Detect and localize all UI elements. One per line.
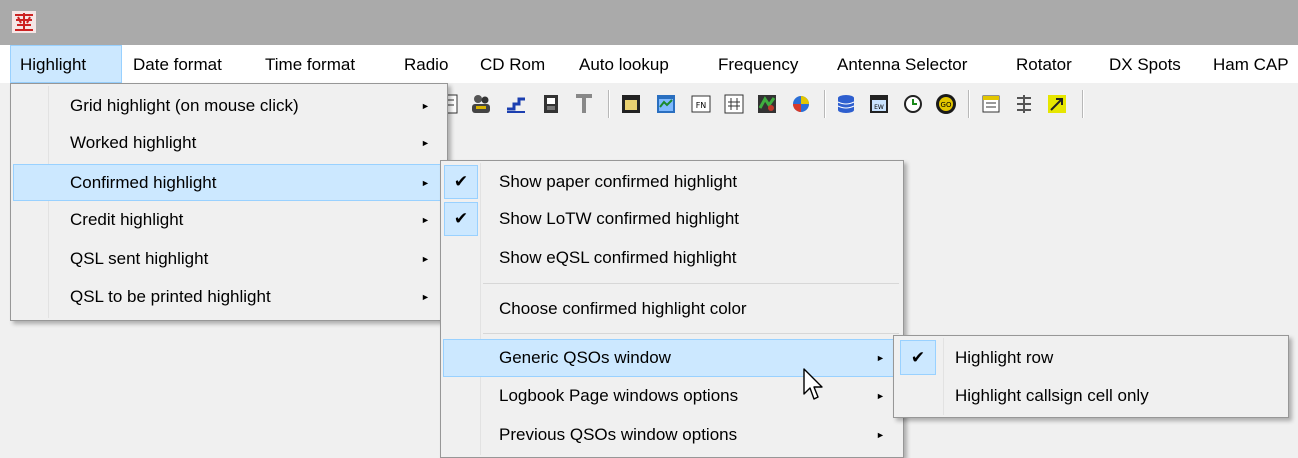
highlight-menu: Grid highlight (on mouse click) ► Worked… [10,83,448,321]
menu-item-previous-qsos-window[interactable]: Previous QSOs window options ► [443,417,899,453]
menu-item-label: Confirmed highlight [70,172,217,192]
menu-item-show-paper-confirmed[interactable]: ✔ Show paper confirmed highlight [443,164,899,200]
menu-item-label: Credit highlight [70,209,184,229]
menu-item-label: Highlight callsign cell only [955,386,1149,405]
menu-bar: Highlight Date format Time format Radio … [0,45,1298,83]
menu-item-generic-qsos-window[interactable]: Generic QSOs window ► [443,339,899,377]
window-icon[interactable] [620,93,642,115]
svg-text:FN: FN [696,101,707,110]
menu-item-label: Previous QSOs window options [499,425,738,444]
menu-separator [483,333,899,334]
menu-item-show-eqsl-confirmed[interactable]: Show eQSL confirmed highlight [443,240,899,276]
svg-text:EW: EW [874,104,884,111]
generic-qsos-submenu: ✔ Highlight row Highlight callsign cell … [893,335,1289,418]
submenu-arrow-icon: ► [421,137,430,148]
toolbar-separator [1082,90,1084,118]
submenu-arrow-icon: ► [421,177,430,188]
menu-antenna-selector[interactable]: Antenna Selector [837,45,967,83]
menu-item-show-lotw-confirmed[interactable]: ✔ Show LoTW confirmed highlight [443,201,899,237]
people-icon[interactable] [470,93,492,115]
mouse-cursor-icon [803,368,823,400]
grid-hash-icon[interactable] [723,93,745,115]
calendar-icon[interactable] [980,93,1002,115]
menu-rotator[interactable]: Rotator [1016,45,1072,83]
svg-text:GO: GO [941,101,952,109]
checkmark-icon: ✔ [444,202,478,236]
submenu-arrow-icon: ► [421,214,430,225]
menu-item-label: Worked highlight [70,132,197,152]
menu-auto-lookup[interactable]: Auto lookup [579,45,669,83]
radio-device-icon[interactable] [540,93,562,115]
stairs-icon[interactable] [505,93,527,115]
map-window-icon[interactable] [655,93,677,115]
menu-item-label: QSL sent highlight [70,248,209,268]
menu-item-label: Show paper confirmed highlight [499,172,738,191]
submenu-arrow-icon: ► [876,391,885,401]
menu-date-format[interactable]: Date format [133,45,222,83]
menu-cd-rom[interactable]: CD Rom [480,45,545,83]
text-tool-icon[interactable] [573,93,595,115]
menu-item-logbook-page-windows[interactable]: Logbook Page windows options ► [443,378,899,414]
menu-item-qsl-to-be-printed-highlight[interactable]: QSL to be printed highlight ► [13,278,443,315]
submenu-arrow-icon: ► [876,353,885,363]
toolbar-separator [968,90,970,118]
menu-frequency[interactable]: Frequency [718,45,798,83]
menu-item-grid-highlight[interactable]: Grid highlight (on mouse click) ► [13,87,443,124]
dx-map-icon[interactable] [756,93,778,115]
menu-item-label: QSL to be printed highlight [70,286,271,306]
menu-item-label: Grid highlight (on mouse click) [70,95,299,115]
menu-item-label: Logbook Page windows options [499,386,739,405]
menu-item-label: Choose confirmed highlight color [499,299,747,318]
menu-item-label: Generic QSOs window [499,348,671,367]
menu-item-worked-highlight[interactable]: Worked highlight ► [13,124,443,161]
arrow-pointer-icon[interactable] [1046,93,1068,115]
database-icon[interactable] [835,93,857,115]
submenu-arrow-icon: ► [421,253,430,264]
log-window-icon[interactable]: EW [868,93,890,115]
submenu-arrow-icon: ► [876,430,885,440]
tool-icon[interactable] [1013,93,1035,115]
menu-dx-spots[interactable]: DX Spots [1109,45,1181,83]
submenu-arrow-icon: ► [421,291,430,302]
title-bar [0,0,1298,45]
menu-separator [483,283,899,284]
app-logo-icon [12,11,36,33]
clock-icon[interactable] [902,93,924,115]
menu-time-format[interactable]: Time format [265,45,355,83]
menu-item-qsl-sent-highlight[interactable]: QSL sent highlight ► [13,240,443,277]
toolbar-separator [608,90,610,118]
confirmed-highlight-submenu: ✔ Show paper confirmed highlight ✔ Show … [440,160,904,458]
go-globe-icon[interactable]: GO [935,93,957,115]
submenu-arrow-icon: ► [421,100,430,111]
checkmark-icon: ✔ [900,340,936,375]
menu-item-highlight-callsign-cell[interactable]: Highlight callsign cell only [896,378,1284,414]
menu-item-highlight-row[interactable]: ✔ Highlight row [896,339,1284,376]
fn-icon[interactable]: FN [690,93,712,115]
menu-item-label: Show eQSL confirmed highlight [499,248,737,267]
checkmark-icon: ✔ [444,165,478,199]
menu-ham-cap[interactable]: Ham CAP [1213,45,1289,83]
toolbar-separator [824,90,826,118]
menu-highlight[interactable]: Highlight [10,45,122,83]
menu-item-confirmed-highlight[interactable]: Confirmed highlight ► [13,164,443,201]
globe-colorful-icon[interactable] [790,93,812,115]
menu-radio[interactable]: Radio [404,45,448,83]
menu-item-label: Highlight row [955,347,1054,367]
menu-item-credit-highlight[interactable]: Credit highlight ► [13,201,443,238]
menu-item-label: Show LoTW confirmed highlight [499,209,740,228]
menu-item-choose-confirmed-color[interactable]: Choose confirmed highlight color [443,291,899,327]
